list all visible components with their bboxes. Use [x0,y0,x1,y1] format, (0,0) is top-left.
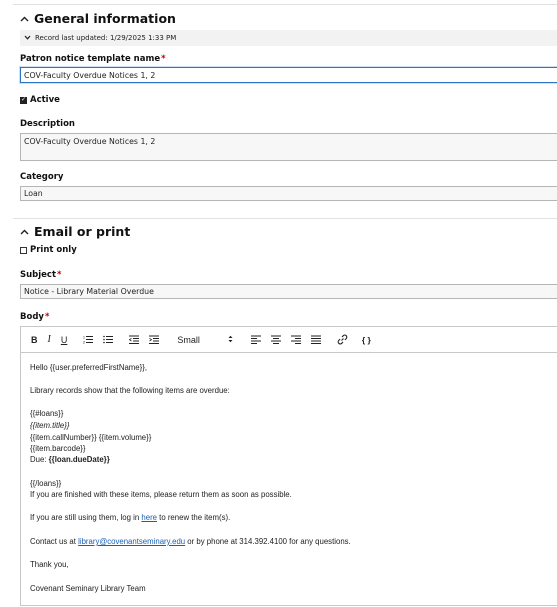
link-icon [337,334,348,345]
record-updated-accordion[interactable]: Record last updated: 1/29/2025 1:33 PM [20,30,557,46]
svg-text:2: 2 [83,341,85,345]
active-label: Active [30,95,60,105]
top-divider [13,4,557,5]
outdent-button[interactable] [129,335,140,344]
contact-email-link[interactable]: library@covenantseminary.edu [78,537,185,546]
general-information-header[interactable]: General information [20,11,176,26]
bold-button[interactable]: B [31,335,38,345]
align-right-icon [290,335,301,344]
required-mark: * [57,270,62,280]
renew-suffix: to renew the item(s). [157,513,231,522]
renew-prefix: If you are still using them, log in [30,513,142,522]
due-prefix: Due: [30,455,49,464]
body-item-call-number: {{item.callNumber}} {{item.volume}} [30,433,152,442]
body-finished: If you are finished with these items, pl… [30,490,292,499]
align-center-button[interactable] [270,335,281,344]
subject-label: Subject* [20,270,62,280]
body-intro: Library records show that the following … [30,386,230,395]
body-editor[interactable]: B I U 12 Small {} Hello {{user.preferre… [20,326,557,606]
body-loans-open: {{#loans}} [30,409,64,418]
align-justify-icon [310,335,321,344]
active-checkbox-row[interactable]: ✓ Active [20,95,60,105]
font-size-value: Small [177,334,200,345]
email-or-print-title: Email or print [34,224,131,239]
align-justify-button[interactable] [310,335,321,344]
description-textarea[interactable]: COV-Faculty Overdue Notices 1, 2 [20,133,557,161]
print-only-checkbox-row[interactable]: Print only [20,245,77,255]
ordered-list-icon: 12 [83,336,94,345]
body-signature: Covenant Seminary Library Team [30,584,146,593]
outdent-icon [129,335,140,344]
description-label: Description [20,119,75,129]
body-item-barcode: {{item.barcode}} [30,444,86,453]
body-contact-line: Contact us at library@covenantseminary.e… [30,536,351,547]
font-size-select[interactable]: Small [177,335,233,345]
body-item-title: {{item.title}} [30,421,70,430]
template-name-label-text: Patron notice template name [20,54,161,64]
editor-toolbar: B I U 12 Small {} [21,327,557,353]
italic-button[interactable]: I [48,334,51,345]
align-right-button[interactable] [290,335,301,344]
bullet-list-button[interactable] [103,335,114,344]
editor-content[interactable]: Hello {{user.preferredFirstName}}, Libra… [21,353,557,607]
contact-suffix: or by phone at 314.392.4100 for any ques… [185,537,351,546]
print-only-checkbox[interactable] [20,246,27,254]
subject-label-text: Subject [20,270,57,280]
category-select[interactable]: Loan [20,186,557,201]
template-name-input[interactable]: COV-Faculty Overdue Notices 1, 2 [20,67,557,83]
renew-link[interactable]: here [141,513,157,522]
print-only-label: Print only [30,245,77,255]
record-updated-text: Record last updated: 1/29/2025 1:33 PM [35,34,177,42]
code-block-button[interactable]: { } [362,335,371,345]
body-renew-line: If you are still using them, log in here… [30,512,230,523]
svg-text:1: 1 [83,336,85,340]
align-left-icon [250,335,261,344]
chevron-down-icon [24,35,31,42]
category-label: Category [20,172,64,182]
indent-button[interactable] [149,335,160,344]
patron-notice-form: General information Record last updated:… [0,0,557,606]
body-greeting: Hello {{user.preferredFirstName}}, [30,363,148,372]
required-mark: * [44,312,50,322]
select-arrows-icon [228,335,233,345]
align-center-icon [270,335,281,344]
body-label-text: Body [20,312,44,322]
body-loans-close: {{/loans}} [30,479,62,488]
align-left-button[interactable] [250,335,261,344]
ordered-list-button[interactable]: 12 [83,335,94,345]
section-divider [13,218,557,219]
chevron-up-icon [20,12,29,25]
email-or-print-header[interactable]: Email or print [20,224,130,239]
due-value: {{loan.dueDate}} [48,455,110,464]
link-button[interactable] [337,334,348,345]
required-mark: * [161,54,166,64]
body-thanks: Thank you, [30,560,69,569]
subject-input[interactable]: Notice - Library Material Overdue [20,284,557,299]
underline-button[interactable]: U [61,335,68,345]
indent-icon [149,335,160,344]
template-name-label: Patron notice template name* [20,54,166,64]
general-information-title: General information [34,11,176,26]
body-label: Body* [20,312,49,322]
chevron-up-icon [20,225,29,238]
bullet-list-icon [103,335,114,344]
body-due-line: Due: {{loan.dueDate}} [30,454,110,465]
active-checkbox[interactable]: ✓ [20,96,27,104]
contact-prefix: Contact us at [30,537,79,546]
